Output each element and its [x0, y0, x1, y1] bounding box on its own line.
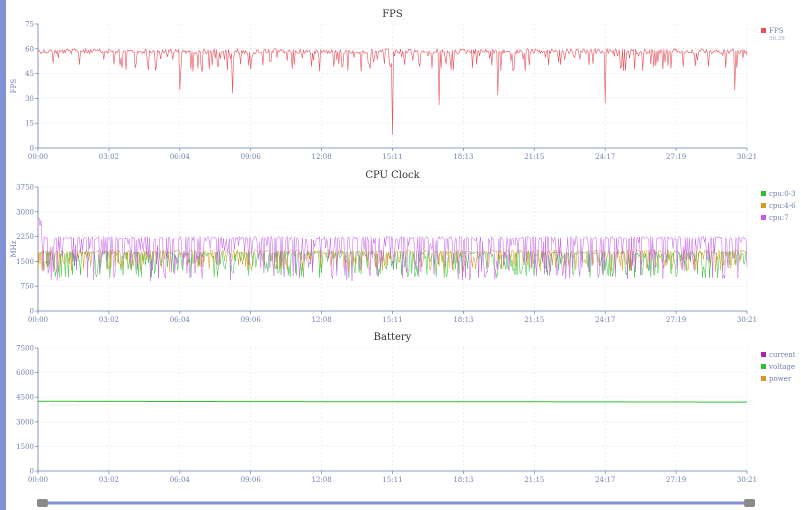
y-tick-label: 3000	[16, 418, 34, 426]
x-tick-label: 18:13	[453, 153, 473, 161]
x-tick-label: 00:00	[28, 316, 48, 324]
x-tick-label: 21:15	[524, 153, 544, 161]
legend-swatch	[761, 376, 766, 381]
legend-swatch	[761, 215, 766, 220]
chart-title: CPU Clock	[365, 170, 420, 181]
x-tick-label: 24:17	[595, 476, 615, 484]
legend-swatch	[761, 352, 766, 357]
series-line-voltage	[38, 400, 747, 403]
x-tick-label: 21:15	[524, 316, 544, 324]
y-tick-label: 1500	[16, 443, 34, 451]
y-axis-label: MHz	[10, 240, 18, 257]
chart-title: Battery	[374, 332, 412, 343]
legend-label[interactable]: cpu:4-6	[769, 202, 796, 210]
y-tick-label: 6000	[16, 369, 34, 377]
x-tick-label: 00:00	[28, 476, 48, 484]
x-tick-label: 09:06	[241, 476, 262, 484]
chart-0: FPS 0 15 30 45 60 75 00:00 03:02 06:04 09:06 12:08 1…	[10, 9, 785, 161]
x-tick-label: 24:17	[595, 153, 615, 161]
y-tick-label: 1500	[16, 258, 34, 266]
y-tick-label: 75	[25, 21, 34, 29]
charts-svg: FPS 0 15 30 45 60 75 00:00 03:02 06:04 09:06 12:08 1…	[10, 9, 796, 507]
legend-label[interactable]: current	[769, 351, 796, 359]
x-tick-label: 27:19	[666, 153, 686, 161]
x-tick-label: 09:06	[241, 316, 262, 324]
x-tick-label: 12:08	[312, 476, 332, 484]
x-tick-label: 12:08	[312, 316, 332, 324]
legend-swatch	[761, 191, 766, 196]
legend-swatch	[761, 203, 766, 208]
x-tick-label: 27:19	[666, 476, 686, 484]
range-handle-end[interactable]	[744, 499, 755, 507]
y-tick-label: 3000	[16, 208, 34, 216]
legend-label[interactable]: power	[769, 375, 792, 383]
y-tick-label: 45	[25, 70, 34, 78]
legend-swatch	[761, 28, 766, 33]
x-tick-label: 30:21	[737, 476, 757, 484]
y-tick-label: 0	[30, 308, 34, 316]
x-tick-label: 15:11	[382, 153, 402, 161]
y-tick-label: 60	[25, 45, 34, 53]
y-tick-label: 30	[25, 95, 34, 103]
x-tick-label: 06:04	[170, 476, 191, 484]
y-tick-label: 3750	[16, 184, 34, 192]
x-tick-label: 15:11	[382, 476, 402, 484]
x-tick-label: 18:13	[453, 476, 473, 484]
chart-2: Battery 0 1500 3000 4500 6000 7500 00:00 03:02 06…	[16, 332, 796, 484]
x-tick-label: 30:21	[737, 316, 757, 324]
x-tick-label: 15:11	[382, 316, 402, 324]
legend-label[interactable]: voltage	[768, 363, 795, 371]
legend-label[interactable]: cpu:7	[769, 214, 789, 222]
chart-panel: FPS 0 15 30 45 60 75 00:00 03:02 06:04 09:06 12:08 1…	[6, 0, 801, 510]
x-tick-label: 03:02	[99, 316, 119, 324]
y-tick-label: 4500	[16, 394, 34, 402]
x-tick-label: 03:02	[99, 153, 119, 161]
x-tick-label: 09:06	[241, 153, 262, 161]
y-tick-label: 0	[30, 468, 34, 476]
range-handle-start[interactable]	[37, 499, 48, 507]
legend-value: 56.39	[769, 36, 785, 42]
x-tick-label: 12:08	[312, 153, 332, 161]
legend-swatch	[761, 364, 766, 369]
x-tick-label: 18:13	[453, 316, 473, 324]
legend-label[interactable]: FPS	[769, 27, 784, 35]
y-axis-label: FPS	[10, 79, 18, 94]
chart-title: FPS	[382, 9, 403, 20]
x-tick-label: 24:17	[595, 316, 615, 324]
y-tick-label: 750	[21, 283, 34, 291]
legend-label[interactable]: cpu:0-3	[769, 190, 796, 198]
x-tick-label: 06:04	[170, 316, 191, 324]
y-tick-label: 2250	[16, 233, 34, 241]
y-tick-label: 7500	[16, 345, 34, 353]
x-tick-label: 21:15	[524, 476, 544, 484]
y-tick-label: 0	[30, 145, 34, 153]
x-tick-label: 30:21	[737, 153, 757, 161]
x-tick-label: 06:04	[170, 153, 191, 161]
x-tick-label: 00:00	[28, 153, 48, 161]
y-tick-label: 15	[25, 120, 34, 128]
x-tick-label: 03:02	[99, 476, 119, 484]
x-tick-label: 27:19	[666, 316, 686, 324]
chart-1: CPU Clock 0 750 1500 2250 3000 3750 00:00 03:02 0…	[10, 170, 796, 324]
